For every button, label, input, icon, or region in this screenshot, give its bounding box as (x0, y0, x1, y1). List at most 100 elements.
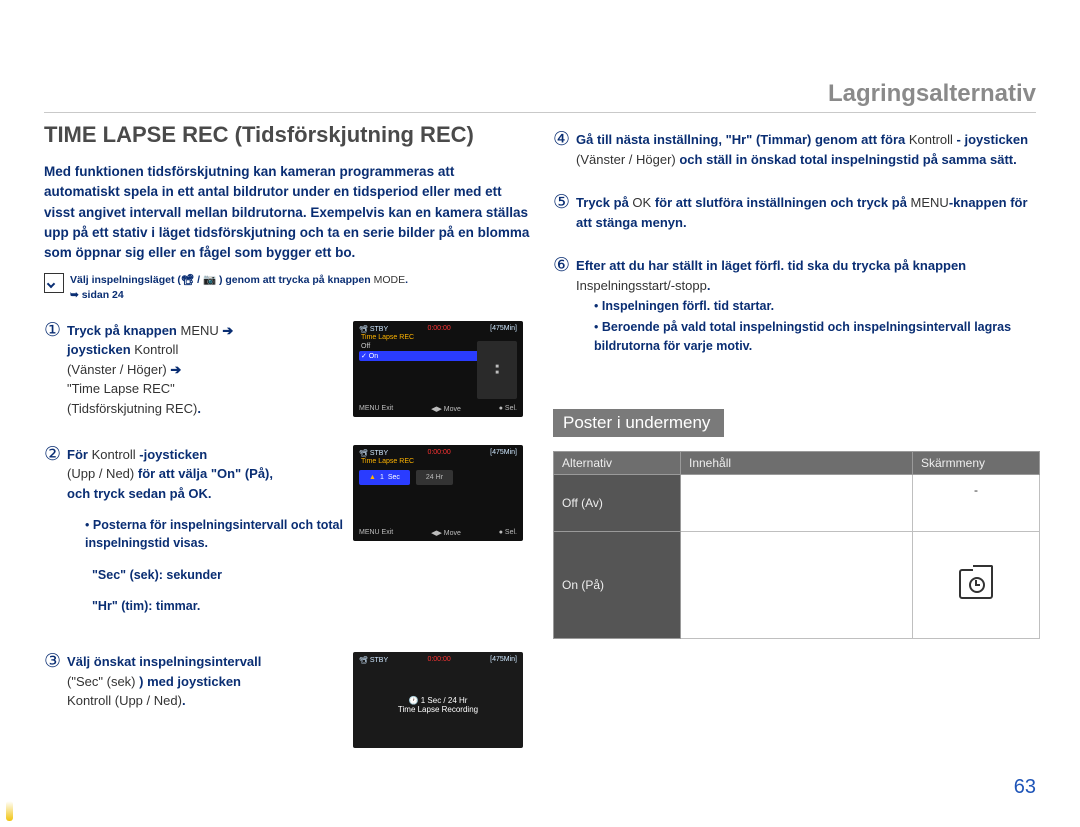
cell-on-content (681, 532, 913, 639)
scr1-preview: ■■ (477, 341, 517, 399)
scr2-exit: MENU Exit (359, 529, 393, 537)
s2-c: -joysticken (136, 447, 208, 462)
s2-e: för att välja "On" (På), (134, 466, 273, 481)
scr3-line1: 1 Sec / 24 Hr (421, 696, 468, 705)
note-text-1: Välj inspelningsläget ( (70, 274, 181, 286)
s5-menu: MENU (911, 195, 949, 210)
s4-b: Kontroll (909, 132, 953, 147)
s4-a: Gå till nästa inställning, "Hr" (Timmar)… (576, 132, 909, 147)
s1-arrow1: ➔ (219, 323, 234, 338)
th-skarmmeny: Skärmmeny (913, 452, 1040, 475)
step-3: ③ Välj önskat inspelningsintervall ("Sec… (44, 652, 531, 752)
s1-tlrec2: (Tidsförskjutning REC) (67, 401, 197, 416)
scr2-hr: 24 Hr (416, 470, 453, 485)
step-number-3: ③ (44, 652, 61, 752)
s1-a: Tryck på knappen (67, 323, 180, 338)
step-5: ⑤ Tryck på OK för att slutföra inställni… (553, 193, 1040, 232)
scr1-move: ◀▶ Move (431, 405, 461, 413)
scr2-sel: ● Sel. (499, 529, 517, 537)
step-number-6: ⑥ (553, 256, 570, 357)
s5-b: för att slutföra inställningen och tryck… (651, 195, 910, 210)
s3-c: ) med joysticken (136, 674, 241, 689)
step-2: ② För Kontroll -joysticken (Upp / Ned) f… (44, 445, 531, 629)
s3-d: Kontroll (Upp / Ned) (67, 693, 182, 708)
page-heading: TIME LAPSE REC (Tidsförskjutning REC) (44, 122, 531, 148)
s2-d: (Upp / Ned) (67, 466, 134, 481)
check-icon (44, 273, 64, 293)
screenshot-2: 📽 STBY0:00:00[475Min] Time Lapse REC ▲1S… (353, 445, 531, 545)
s1-joystick: joysticken (67, 342, 134, 357)
scr2-time: 0:00:00 (427, 449, 450, 457)
s1-tail: . (197, 401, 201, 416)
scr2-stby: STBY (370, 450, 388, 457)
scr3-time: 0:00:00 (427, 656, 450, 664)
s4-e: och ställ in önskad total inspelningstid… (676, 152, 1017, 167)
s1-tlrec: "Time Lapse REC" (67, 381, 175, 396)
note-text-2: ) genom att trycka på knappen (216, 274, 374, 286)
s6-a: Efter att du har ställt in läget förfl. … (576, 258, 966, 273)
s2-bul1: Posterna för inspelningsintervall och to… (85, 518, 343, 551)
scr1-min: [475Min] (490, 325, 517, 333)
cell-on-icon (913, 532, 1040, 639)
scr3-min: [475Min] (490, 656, 517, 664)
step-number-2: ② (44, 445, 61, 629)
table-row-off: Off (Av) - (554, 475, 1040, 532)
table-row-on: On (På) (554, 532, 1040, 639)
s6-rec: Inspelningsstart/-stopp (576, 278, 707, 293)
note-mode: MODE (374, 274, 406, 286)
submenu-heading: Poster i undermeny (553, 409, 724, 437)
s5-a: Tryck på (576, 195, 632, 210)
cell-off-icon: - (913, 475, 1040, 532)
scr3-stby: STBY (370, 657, 388, 664)
s1-menu: MENU (180, 323, 218, 338)
step-1: ① Tryck på knappen MENU ➔ joysticken Kon… (44, 321, 531, 421)
note-page-ref: ➥ sidan 24 (70, 289, 124, 301)
th-innehall: Innehåll (681, 452, 913, 475)
submenu-table: Alternativ Innehåll Skärmmeny Off (Av) -… (553, 451, 1040, 639)
divider (44, 112, 1036, 113)
mode-note: Välj inspelningsläget (📽 / 📷 ) genom att… (44, 273, 531, 302)
prev-page-indicator[interactable] (6, 801, 13, 821)
th-alternativ: Alternativ (554, 452, 681, 475)
step-6: ⑥ Efter att du har ställt in läget förfl… (553, 256, 1040, 357)
s4-c: - joysticken (953, 132, 1028, 147)
scr1-time: 0:00:00 (427, 325, 450, 333)
s1-kontroll: Kontroll (134, 342, 178, 357)
s1-lr: (Vänster / Höger) (67, 362, 167, 377)
s6-tail: . (707, 278, 711, 293)
note-text-mid: / (194, 274, 203, 286)
s2-bul2: "Sec" (sek): sekunder (92, 568, 222, 582)
scr2-min: [475Min] (490, 449, 517, 457)
scr3-line2: Time Lapse Recording (359, 705, 517, 714)
step-number-4: ④ (553, 130, 570, 169)
cell-off: Off (Av) (554, 475, 681, 532)
right-column: ④ Gå till nästa inställning, "Hr" (Timma… (553, 122, 1040, 776)
s3-b: ("Sec" (sek) (67, 674, 135, 689)
s2-a: För (67, 447, 92, 462)
scr1-exit: MENU Exit (359, 405, 393, 413)
left-column: TIME LAPSE REC (Tidsförskjutning REC) Me… (44, 122, 531, 776)
s6-bul1: Inspelningen förfl. tid startar. (602, 299, 774, 313)
scr2-sec: ▲1Sec (359, 470, 410, 485)
s3-a: Välj önskat inspelningsintervall (67, 654, 261, 669)
cell-off-content (681, 475, 913, 532)
scr1-stby: STBY (370, 326, 388, 333)
s2-bul3: "Hr" (tim): timmar. (92, 599, 200, 613)
scr1-sel: ● Sel. (499, 405, 517, 413)
step-4: ④ Gå till nästa inställning, "Hr" (Timma… (553, 130, 1040, 169)
page-number: 63 (1014, 776, 1036, 799)
s5-ok: OK (632, 195, 651, 210)
s2-f: och tryck sedan på OK. (67, 486, 212, 501)
s1-arrow2: ➔ (167, 362, 182, 377)
s4-d: (Vänster / Höger) (576, 152, 676, 167)
scr2-move: ◀▶ Move (431, 529, 461, 537)
s6-bul2: Beroende på vald total inspelningstid oc… (594, 320, 1011, 353)
s2-b: Kontroll (92, 447, 136, 462)
screenshot-3: 📽 STBY0:00:00[475Min] 🕐 1 Sec / 24 Hr Ti… (353, 652, 531, 752)
s3-tail: . (182, 693, 186, 708)
step-number-1: ① (44, 321, 61, 421)
intro-text: Med funktionen tidsförskjutning kan kame… (44, 162, 531, 263)
screenshot-1: 📽 STBY0:00:00[475Min] Time Lapse REC Off… (353, 321, 531, 421)
timelapse-icon (959, 569, 993, 599)
section-title: Lagringsalternativ (828, 80, 1036, 108)
